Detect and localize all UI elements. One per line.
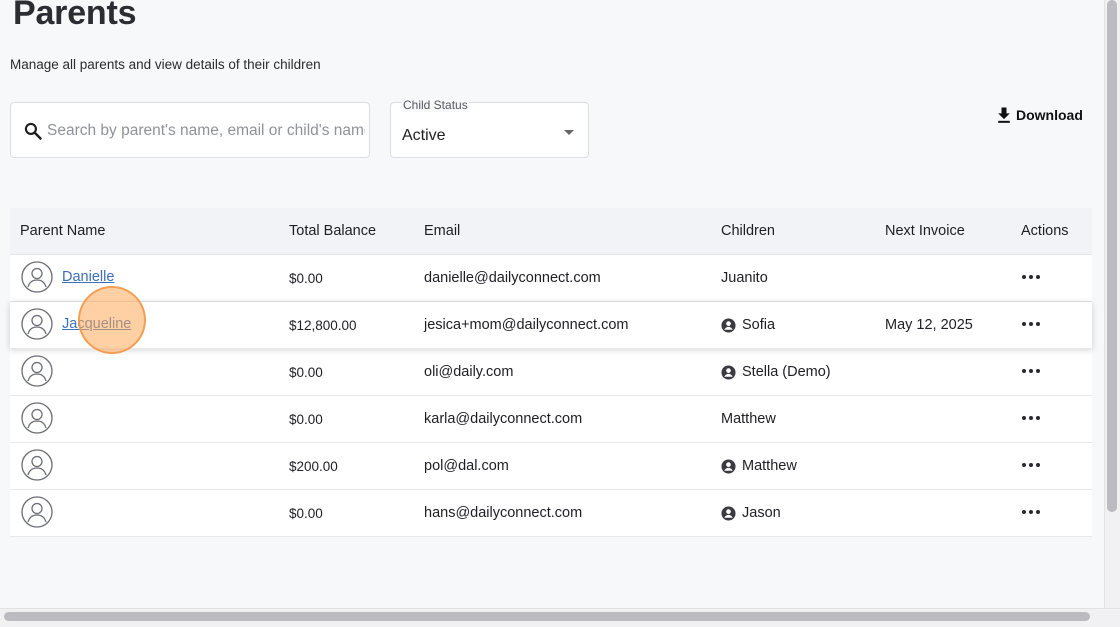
download-label: Download [1016, 107, 1083, 123]
table-row[interactable]: $200.00 pol@dal.com Matthew [10, 443, 1092, 490]
children-cell[interactable]: Sofia [721, 302, 775, 348]
column-header-next-invoice[interactable]: Next Invoice [885, 223, 965, 239]
child-status-value: Active [402, 127, 446, 144]
horizontal-scrollbar-thumb[interactable] [4, 612, 1090, 621]
parent-name-link[interactable]: Danielle [62, 255, 114, 299]
column-header-email[interactable]: Email [424, 223, 460, 239]
children-cell[interactable]: Stella (Demo) [721, 349, 831, 395]
child-status-label: Child Status [402, 98, 469, 112]
more-horizontal-icon[interactable] [1022, 396, 1043, 440]
email: karla@dailyconnect.com [424, 411, 583, 427]
page-subtitle: Manage all parents and view details of t… [10, 57, 321, 72]
user-avatar-icon [21, 496, 53, 528]
user-avatar-icon [21, 402, 53, 434]
next-invoice: May 12, 2025 [885, 317, 973, 333]
chevron-down-icon [564, 130, 574, 135]
column-header-parent-name[interactable]: Parent Name [20, 223, 105, 239]
total-balance: $0.00 [289, 364, 323, 380]
download-icon [998, 107, 1010, 123]
more-horizontal-icon[interactable] [1022, 443, 1043, 487]
column-header-actions: Actions [1021, 223, 1069, 239]
email: pol@dal.com [424, 458, 509, 474]
person-circle-icon [721, 317, 736, 333]
email: danielle@dailyconnect.com [424, 270, 601, 286]
user-avatar-icon [21, 308, 53, 340]
children-cell[interactable]: Jason [721, 490, 781, 536]
column-header-total-balance[interactable]: Total Balance [289, 223, 376, 239]
child-name: Matthew [742, 458, 797, 474]
email: jesica+mom@dailyconnect.com [424, 317, 629, 333]
more-horizontal-icon[interactable] [1022, 349, 1043, 393]
more-horizontal-icon[interactable] [1022, 490, 1043, 534]
table-row[interactable]: Danielle $0.00 danielle@dailyconnect.com Ju… [10, 255, 1092, 302]
table-header: Parent Name Total Balance Email Children… [10, 208, 1092, 255]
user-avatar-icon [21, 449, 53, 481]
person-circle-icon [721, 364, 736, 380]
page-title: Parents [13, 0, 137, 32]
parents-table: Parent Name Total Balance Email Children… [10, 208, 1092, 537]
children-cell[interactable]: Matthew [721, 396, 776, 442]
table-row[interactable]: Jacqueline $12,800.00 jesica+mom@dailyconn… [10, 302, 1092, 349]
email: oli@daily.com [424, 364, 514, 380]
search-input[interactable] [45, 117, 367, 145]
table-row[interactable]: $0.00 hans@dailyconnect.com Jason [10, 490, 1092, 537]
child-status-select[interactable]: Child Status Active [390, 98, 589, 158]
user-avatar-icon [21, 261, 53, 293]
child-name: Juanito [721, 270, 768, 286]
person-circle-icon [721, 505, 736, 521]
person-circle-icon [721, 458, 736, 474]
download-button[interactable]: Download [994, 104, 1083, 126]
search-box[interactable] [10, 102, 370, 158]
table-row[interactable]: $0.00 karla@dailyconnect.com Matthew [10, 396, 1092, 443]
parent-name-link[interactable]: Jacqueline [62, 302, 131, 346]
total-balance: $200.00 [289, 458, 338, 474]
children-cell[interactable]: Juanito [721, 255, 768, 301]
table-row[interactable]: $0.00 oli@daily.com Stella (Demo) [10, 349, 1092, 396]
search-icon [24, 122, 42, 140]
more-horizontal-icon[interactable] [1022, 302, 1043, 346]
email: hans@dailyconnect.com [424, 505, 583, 521]
child-name: Jason [742, 505, 781, 521]
user-avatar-icon [21, 355, 53, 387]
total-balance: $0.00 [289, 505, 323, 521]
vertical-scrollbar-thumb[interactable] [1107, 0, 1117, 512]
column-header-children[interactable]: Children [721, 223, 775, 239]
child-name: Stella (Demo) [742, 364, 831, 380]
children-cell[interactable]: Matthew [721, 443, 797, 489]
total-balance: $12,800.00 [289, 317, 357, 333]
more-horizontal-icon[interactable] [1022, 255, 1043, 299]
child-name: Matthew [721, 411, 776, 427]
child-name: Sofia [742, 317, 776, 333]
total-balance: $0.00 [289, 411, 323, 427]
total-balance: $0.00 [289, 270, 323, 286]
